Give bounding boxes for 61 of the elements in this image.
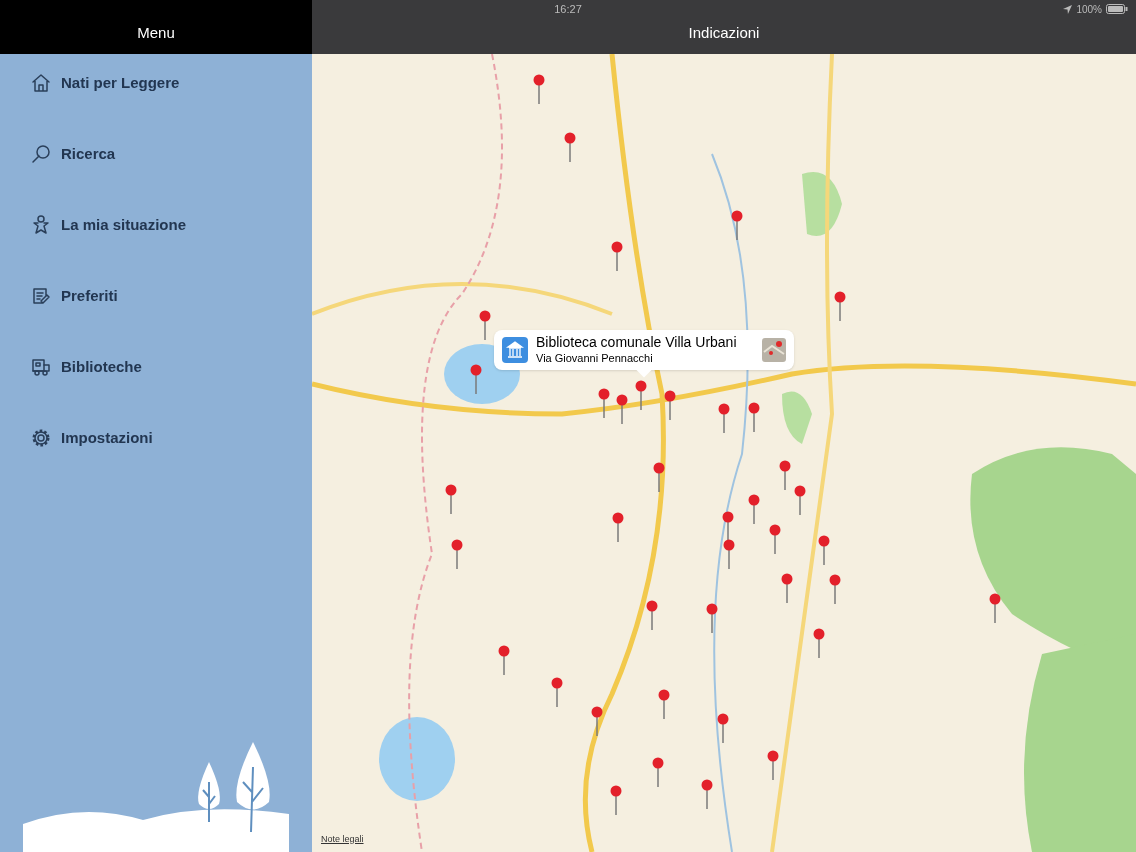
pin-icon[interactable] bbox=[779, 460, 791, 490]
pin-icon[interactable] bbox=[533, 74, 545, 104]
pin-icon[interactable] bbox=[564, 132, 576, 162]
pin-icon[interactable] bbox=[748, 494, 760, 524]
pin-icon[interactable] bbox=[718, 403, 730, 433]
battery-percent: 100% bbox=[1076, 2, 1102, 17]
bus-icon bbox=[30, 356, 52, 378]
pin-icon[interactable] bbox=[479, 310, 491, 340]
pin-icon[interactable] bbox=[591, 706, 603, 736]
sidebar-item[interactable]: Biblioteche bbox=[30, 356, 312, 427]
pin-icon[interactable] bbox=[781, 573, 793, 603]
sidebar-item[interactable]: Impostazioni bbox=[30, 427, 312, 498]
callout-subtitle: Via Giovanni Pennacchi bbox=[536, 351, 654, 366]
sidebar-item[interactable]: La mia situazione bbox=[30, 214, 312, 285]
pin-icon[interactable] bbox=[451, 539, 463, 569]
pin-icon[interactable] bbox=[652, 757, 664, 787]
document-pen-icon bbox=[30, 285, 52, 307]
pin-icon[interactable] bbox=[813, 628, 825, 658]
sidebar-item[interactable]: Nati per Leggere bbox=[30, 72, 312, 143]
pin-icon[interactable] bbox=[818, 535, 830, 565]
pin-icon[interactable] bbox=[664, 390, 676, 420]
pin-icon[interactable] bbox=[767, 750, 779, 780]
location-icon bbox=[1063, 4, 1073, 14]
pin-icon[interactable] bbox=[610, 785, 622, 815]
search-icon bbox=[30, 143, 52, 165]
pin-icon[interactable] bbox=[498, 645, 510, 675]
pin-icon[interactable] bbox=[611, 241, 623, 271]
status-time: 16:27 bbox=[554, 1, 582, 17]
pin-icon[interactable] bbox=[658, 689, 670, 719]
pin-icon[interactable] bbox=[834, 291, 846, 321]
legal-link[interactable]: Note legali bbox=[321, 832, 364, 846]
pin-icon[interactable] bbox=[616, 394, 628, 424]
pin-icon[interactable] bbox=[769, 524, 781, 554]
battery-icon bbox=[1106, 4, 1128, 14]
pin-icon[interactable] bbox=[598, 388, 610, 418]
pin-icon[interactable] bbox=[635, 380, 647, 410]
sidebar-item[interactable]: Ricerca bbox=[30, 143, 312, 214]
pin-icon[interactable] bbox=[470, 364, 482, 394]
pin-icon[interactable] bbox=[722, 511, 734, 541]
pin-icon[interactable] bbox=[612, 512, 624, 542]
pin-icon[interactable] bbox=[551, 677, 563, 707]
settings-icon bbox=[30, 427, 52, 449]
home-icon bbox=[30, 72, 52, 94]
pin-icon[interactable] bbox=[706, 603, 718, 633]
nav-title: Indicazioni bbox=[688, 22, 760, 43]
sidebar-title: Menu bbox=[137, 22, 175, 43]
callout-title: Biblioteca comunale Villa Urbani bbox=[536, 334, 738, 352]
pin-icon[interactable] bbox=[445, 484, 457, 514]
pin-icon[interactable] bbox=[829, 574, 841, 604]
sidebar-item[interactable]: Preferiti bbox=[30, 285, 312, 356]
library-icon bbox=[502, 337, 528, 363]
pin-icon[interactable] bbox=[717, 713, 729, 743]
pin-icon[interactable] bbox=[646, 600, 658, 630]
map-thumbnail-icon[interactable] bbox=[762, 338, 786, 362]
pin-icon[interactable] bbox=[653, 462, 665, 492]
pin-icon[interactable] bbox=[731, 210, 743, 240]
pin-icon[interactable] bbox=[989, 593, 1001, 623]
pin-icon[interactable] bbox=[794, 485, 806, 515]
pin-icon[interactable] bbox=[701, 779, 713, 809]
pin-icon[interactable] bbox=[723, 539, 735, 569]
pin-icon[interactable] bbox=[748, 402, 760, 432]
